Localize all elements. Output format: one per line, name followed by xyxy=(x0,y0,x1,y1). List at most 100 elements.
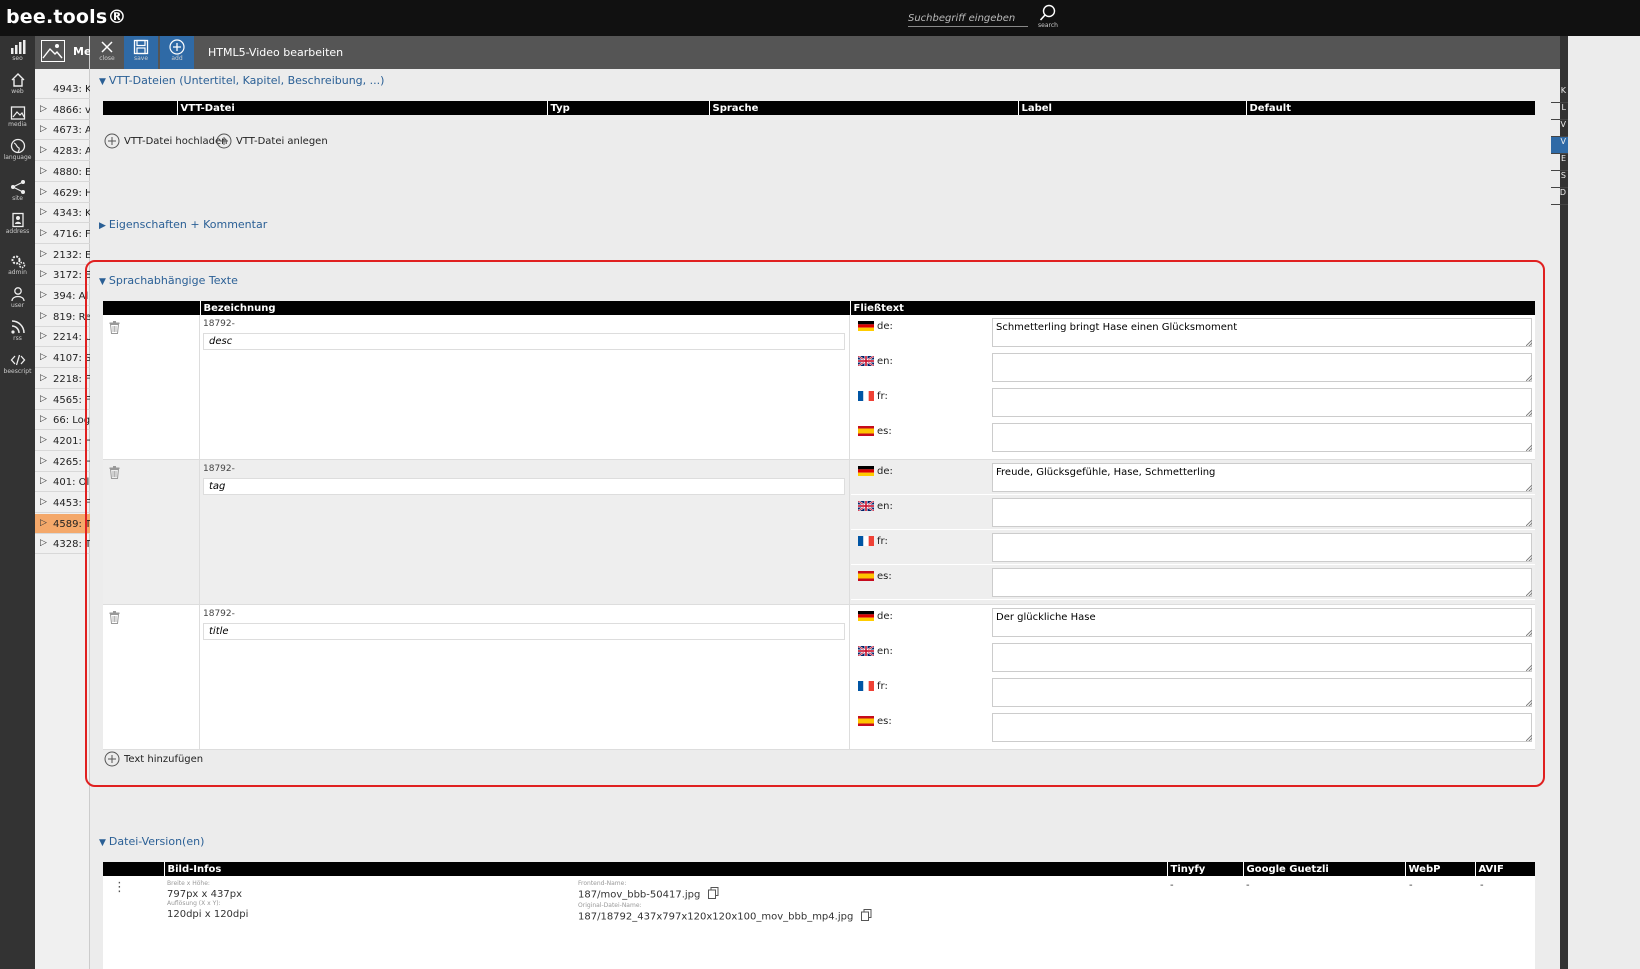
section-texts-title[interactable]: ▼ Sprachabhängige Texte xyxy=(99,274,238,287)
resize-grip-icon[interactable] xyxy=(1526,590,1532,596)
copy-icon[interactable] xyxy=(707,887,719,902)
resize-grip-icon[interactable] xyxy=(1526,665,1532,671)
right-rail-item[interactable]: D xyxy=(1551,188,1568,205)
expand-triangle-icon[interactable]: ▷ xyxy=(40,228,47,238)
rail-item-rss[interactable]: rss xyxy=(0,316,35,349)
expand-triangle-icon[interactable]: ▷ xyxy=(40,476,47,486)
expand-triangle-icon[interactable]: ▷ xyxy=(40,104,47,114)
resize-grip-icon[interactable] xyxy=(1526,340,1532,346)
lang-text-fr[interactable] xyxy=(992,678,1532,707)
lang-text-de[interactable]: Der glückliche Hase xyxy=(992,608,1532,637)
search-input[interactable] xyxy=(908,11,1028,27)
expand-triangle-icon[interactable]: ▷ xyxy=(40,290,47,300)
tree-item[interactable]: ▷ 66: Log xyxy=(35,410,90,431)
expand-triangle-icon[interactable]: ▷ xyxy=(40,269,47,279)
lang-text-fr[interactable] xyxy=(992,388,1532,417)
lang-text-en[interactable] xyxy=(992,643,1532,672)
lang-text-fr[interactable] xyxy=(992,533,1532,562)
resize-grip-icon[interactable] xyxy=(1526,375,1532,381)
expand-triangle-icon[interactable]: ▷ xyxy=(40,124,47,134)
resize-grip-icon[interactable] xyxy=(1526,555,1532,561)
tree-header-label[interactable]: Me xyxy=(73,45,91,58)
tree-item[interactable]: ▷ 4629: H xyxy=(35,183,90,203)
resize-grip-icon[interactable] xyxy=(1526,735,1532,741)
tree-item[interactable]: ▷ 4107: S xyxy=(35,348,90,369)
expand-triangle-icon[interactable]: ▷ xyxy=(40,538,47,548)
expand-triangle-icon[interactable]: ▷ xyxy=(40,373,47,383)
expand-triangle-icon[interactable]: ▷ xyxy=(40,456,47,466)
expand-triangle-icon[interactable]: ▷ xyxy=(40,331,47,341)
tree-item[interactable]: ▷ 4880: E xyxy=(35,162,90,182)
copy-icon[interactable] xyxy=(860,909,872,924)
section-vtt-title[interactable]: ▼ VTT-Dateien (Untertitel, Kapitel, Besch… xyxy=(99,74,384,87)
rail-item-language[interactable]: language xyxy=(0,135,35,168)
resize-grip-icon[interactable] xyxy=(1526,630,1532,636)
search-button[interactable]: search xyxy=(1034,4,1062,34)
expand-triangle-icon[interactable]: ▷ xyxy=(40,497,47,507)
lang-text-de[interactable]: Freude, Glücksgefühle, Hase, Schmetterli… xyxy=(992,463,1532,492)
rail-item-seo[interactable]: seo xyxy=(0,36,35,69)
tree-item[interactable]: ▷ 4565: F xyxy=(35,390,90,410)
vtt-create-button[interactable]: VTT-Datei anlegen xyxy=(216,133,328,149)
rail-item-web[interactable]: web xyxy=(0,69,35,102)
expand-triangle-icon[interactable]: ▷ xyxy=(40,311,47,321)
resize-grip-icon[interactable] xyxy=(1526,520,1532,526)
trash-icon[interactable] xyxy=(109,321,120,337)
right-rail-item[interactable]: V xyxy=(1551,137,1568,154)
tree-item[interactable]: ▷ 3172: E xyxy=(35,265,90,286)
section-properties-title[interactable]: ▶ Eigenschaften + Kommentar xyxy=(99,218,267,231)
right-rail-item[interactable]: E xyxy=(1551,154,1568,171)
tree-item[interactable]: ▷ 4716: F xyxy=(35,224,90,244)
rail-item-beescript[interactable]: beescript xyxy=(0,349,35,382)
expand-triangle-icon[interactable]: ▷ xyxy=(40,166,47,176)
rail-item-user[interactable]: user xyxy=(0,283,35,316)
expand-triangle-icon[interactable]: ▷ xyxy=(40,518,47,528)
right-rail-item[interactable]: S xyxy=(1551,171,1568,188)
kebab-menu-icon[interactable]: ⋮ xyxy=(113,880,126,895)
tree-item[interactable]: ▷ 2132: E xyxy=(35,245,90,265)
lang-text-es[interactable] xyxy=(992,713,1532,742)
rail-item-site[interactable]: site xyxy=(0,176,35,209)
tree-item[interactable]: ▷ 4589: T xyxy=(35,513,90,534)
lang-text-es[interactable] xyxy=(992,423,1532,452)
trash-icon[interactable] xyxy=(109,466,120,482)
resize-grip-icon[interactable] xyxy=(1526,700,1532,706)
expand-triangle-icon[interactable]: ▷ xyxy=(40,435,47,445)
tree-item[interactable]: ▷ 4866: v xyxy=(35,100,90,120)
section-versions-title[interactable]: ▼ Datei-Version(en) xyxy=(99,835,204,848)
lang-text-es[interactable] xyxy=(992,568,1532,597)
tree-item[interactable]: 4943: K xyxy=(35,79,90,99)
resize-grip-icon[interactable] xyxy=(1526,410,1532,416)
save-button[interactable]: save xyxy=(124,36,158,69)
tree-item[interactable]: ▷ 2214: U xyxy=(35,327,90,348)
tree-item[interactable]: ▷ 4673: A xyxy=(35,120,90,141)
add-button[interactable]: add xyxy=(160,36,194,69)
expand-triangle-icon[interactable]: ▷ xyxy=(40,249,47,259)
tree-item[interactable]: ▷ 401: Ol xyxy=(35,472,90,493)
lang-text-de[interactable]: Schmetterling bringt Hase einen Glücksmo… xyxy=(992,318,1532,347)
expand-triangle-icon[interactable]: ▷ xyxy=(40,207,47,217)
rail-item-address[interactable]: address xyxy=(0,209,35,242)
expand-triangle-icon[interactable]: ▷ xyxy=(40,394,47,404)
right-rail-item[interactable]: L xyxy=(1551,103,1568,120)
close-button[interactable]: close xyxy=(90,36,124,69)
trash-icon[interactable] xyxy=(109,611,120,627)
text-name-field[interactable] xyxy=(203,478,845,495)
tree-item[interactable]: ▷ 2218: F xyxy=(35,369,90,389)
tree-item[interactable]: ▷ 394: Al xyxy=(35,286,90,306)
tree-item[interactable]: ▷ 819: Re xyxy=(35,307,90,327)
text-name-field[interactable] xyxy=(203,623,845,640)
tree-item[interactable]: ▷ 4201: H xyxy=(35,431,90,451)
vtt-upload-button[interactable]: VTT-Datei hochladen xyxy=(104,133,227,149)
text-name-field[interactable] xyxy=(203,333,845,350)
right-rail-item[interactable]: K xyxy=(1551,86,1568,103)
tree-item[interactable]: ▷ 4283: A xyxy=(35,141,90,162)
expand-triangle-icon[interactable]: ▷ xyxy=(40,145,47,155)
expand-triangle-icon[interactable]: ▷ xyxy=(40,352,47,362)
rail-item-media[interactable]: media xyxy=(0,102,35,135)
right-rail-item[interactable]: V xyxy=(1551,120,1568,137)
tree-item[interactable]: ▷ 4265: H xyxy=(35,452,90,472)
lang-text-en[interactable] xyxy=(992,353,1532,382)
resize-grip-icon[interactable] xyxy=(1526,445,1532,451)
rail-item-admin[interactable]: admin xyxy=(0,250,35,283)
